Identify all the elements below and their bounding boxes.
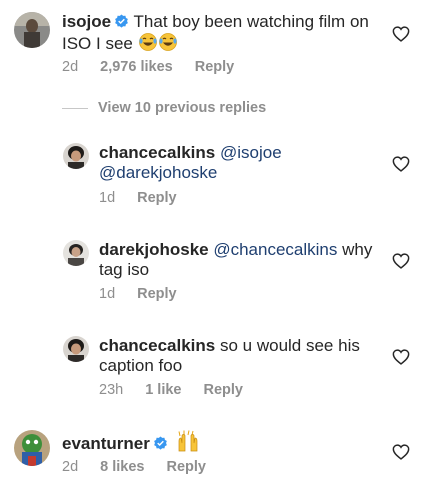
reply-button[interactable]: Reply [166,459,206,475]
avatar[interactable] [63,240,89,266]
reply-button[interactable]: Reply [137,286,177,302]
verified-badge-icon [115,14,128,28]
avatar-image [14,430,50,466]
reply-button[interactable]: Reply [195,59,235,75]
username[interactable]: isojoe [62,12,111,31]
timestamp: 2d [62,59,79,75]
raised-hands-emoji-icon [178,430,197,452]
comment-meta: 23h 1 like Reply [99,381,265,399]
view-previous-replies-button[interactable]: View 10 previous replies [62,100,266,116]
timestamp: 23h [99,382,124,398]
likes-count[interactable]: 2,976 likes [100,59,173,75]
username[interactable]: evanturner [62,434,150,453]
avatar-image [63,336,89,362]
likes-count[interactable]: 8 likes [100,459,144,475]
comment-text: darekjohoske @chancecalkins why tag iso [99,240,379,280]
reply-chancecalkins-1: chancecalkins @isojoe @darekjohoske 1d Re… [0,140,423,210]
reply-button[interactable]: Reply [203,382,243,398]
comment-text: chancecalkins @isojoe @darekjohoske [99,143,359,183]
mention-link[interactable]: @darekjohoske [99,163,217,182]
comment-text: evanturner [62,430,362,454]
mention-link[interactable]: @chancecalkins [213,240,337,259]
avatar-image [14,12,50,48]
comment-text: isojoe That boy been watching film on IS… [62,12,372,54]
avatar[interactable] [63,336,89,362]
avatar-image [63,240,89,266]
divider-line [62,107,88,109]
comment-meta: 2d 2,976 likes Reply [62,58,256,76]
verified-badge-icon [154,436,167,450]
reply-button[interactable]: Reply [137,190,177,206]
like-heart-icon[interactable] [392,444,410,460]
comment-meta: 2d 8 likes Reply [62,458,228,476]
comment-text: chancecalkins so u would see his caption… [99,336,369,376]
reply-chancecalkins-2: chancecalkins so u would see his caption… [0,333,423,403]
timestamp: 2d [62,459,79,475]
like-heart-icon[interactable] [392,26,410,42]
reply-darekjohoske: darekjohoske @chancecalkins why tag iso … [0,237,423,307]
username[interactable]: darekjohoske [99,240,209,259]
comment-meta: 1d Reply [99,285,199,303]
mention-link[interactable]: @isojoe [220,143,282,162]
avatar-image [63,143,89,169]
username[interactable]: chancecalkins [99,143,215,162]
like-heart-icon[interactable] [392,349,410,365]
avatar[interactable] [14,12,50,48]
username[interactable]: chancecalkins [99,336,215,355]
likes-count[interactable]: 1 like [145,382,181,398]
comment-isojoe: isojoe That boy been watching film on IS… [0,0,423,80]
avatar[interactable] [14,430,50,466]
avatar[interactable] [63,143,89,169]
timestamp: 1d [99,190,116,206]
comment-evanturner: evanturner 2d 8 likes Reply [0,420,423,485]
view-replies-label: View 10 previous replies [98,100,267,116]
timestamp: 1d [99,286,116,302]
like-heart-icon[interactable] [392,253,410,269]
like-heart-icon[interactable] [392,156,410,172]
laughing-tears-emoji-icon [138,33,177,51]
comment-meta: 1d Reply [99,189,199,207]
